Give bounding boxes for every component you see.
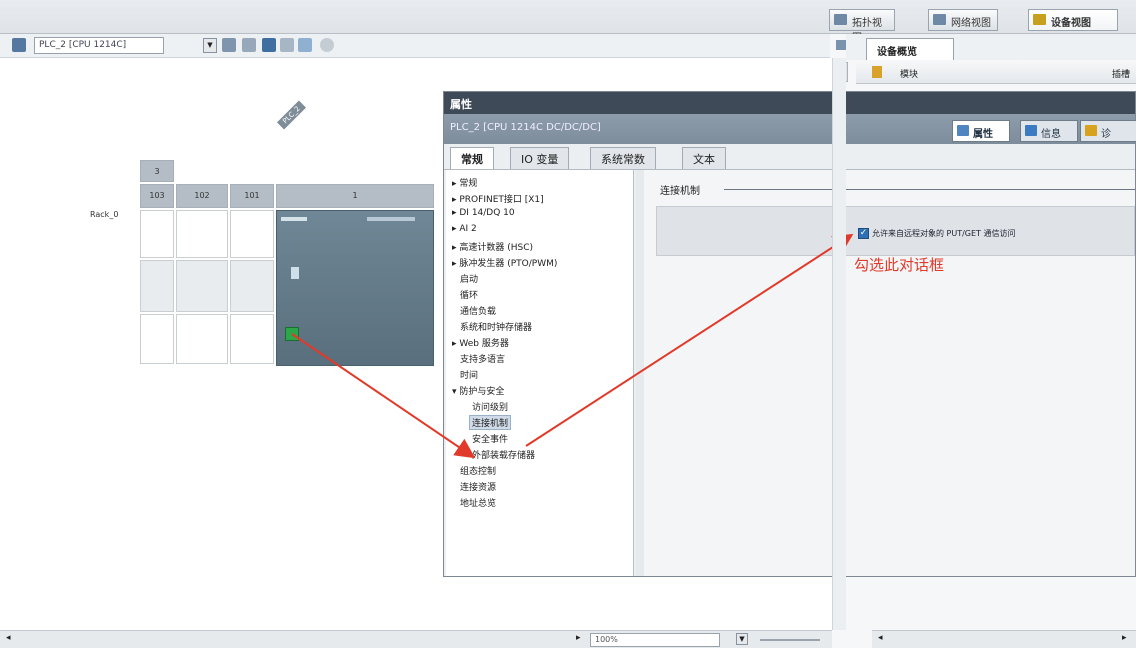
- zoom-dropdown-icon[interactable]: ▼: [736, 633, 748, 645]
- arrow-to-nav-item: [291, 333, 476, 459]
- scroll-right-icon[interactable]: ▸: [1122, 633, 1127, 643]
- annotation-arrows: [291, 233, 854, 459]
- horizontal-scrollbar[interactable]: ◂ ▸ 100% ▼: [0, 630, 832, 648]
- zoom-slider[interactable]: [760, 639, 820, 641]
- scroll-right-icon[interactable]: ▸: [576, 633, 581, 643]
- zoom-select[interactable]: 100%: [590, 633, 720, 647]
- scroll-left-icon[interactable]: ◂: [6, 633, 11, 643]
- overview-horizontal-scrollbar[interactable]: ◂ ▸: [872, 630, 1136, 648]
- vertical-scrollbar[interactable]: [832, 58, 846, 630]
- arrow-to-checkbox: [525, 233, 854, 447]
- scroll-left-icon[interactable]: ◂: [878, 633, 883, 643]
